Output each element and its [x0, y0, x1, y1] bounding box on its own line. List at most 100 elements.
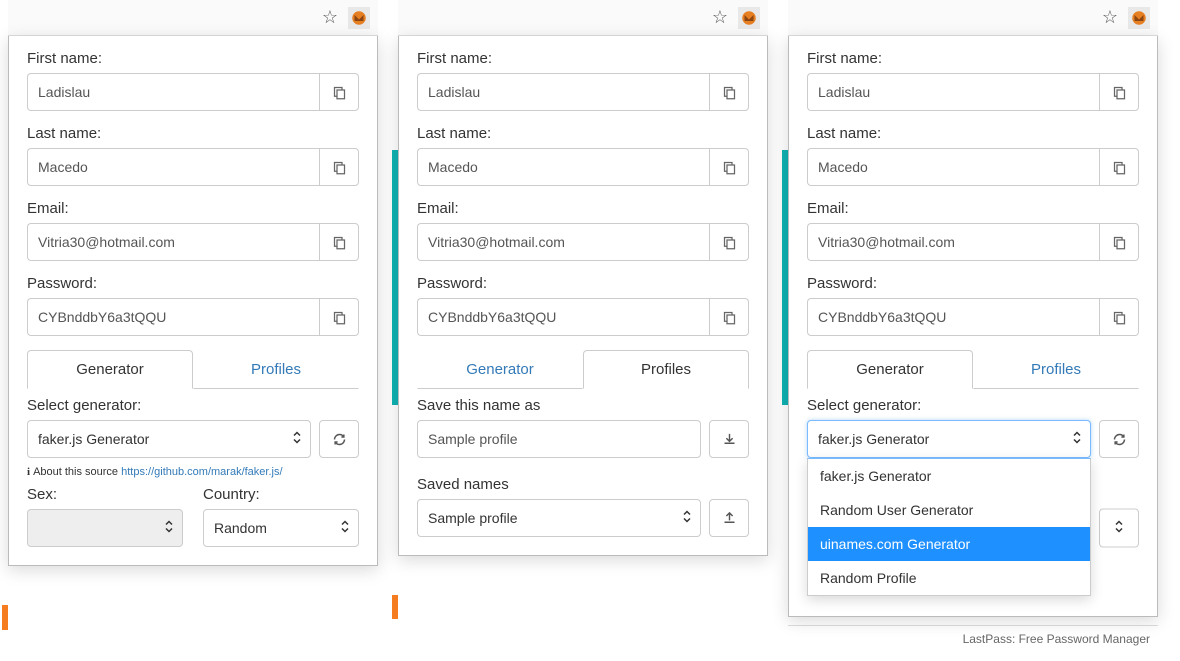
saved-names-label: Saved names	[417, 476, 749, 493]
email-label: Email:	[417, 200, 749, 217]
copy-icon	[1112, 235, 1127, 250]
copy-email-button[interactable]	[1099, 223, 1139, 261]
tab-generator[interactable]: Generator	[417, 350, 583, 389]
panel-generator-tab: ☆ First name: Last name: Email:	[8, 0, 378, 652]
first-name-input[interactable]	[27, 73, 319, 111]
last-name-input[interactable]	[27, 148, 319, 186]
generator-select-value: faker.js Generator	[818, 431, 929, 447]
password-label: Password:	[27, 275, 359, 292]
copy-icon	[332, 160, 347, 175]
copy-icon	[722, 85, 737, 100]
hidden-select-caret[interactable]	[1099, 509, 1139, 548]
dropdown-option[interactable]: Random Profile	[808, 561, 1090, 595]
about-source-link[interactable]: https://github.com/marak/faker.js/	[121, 466, 282, 478]
fox-icon	[1130, 9, 1148, 27]
extension-popup: First name: Last name: Email:	[398, 36, 768, 556]
first-name-label: First name:	[417, 50, 749, 67]
chevron-updown-icon	[164, 520, 174, 537]
copy-icon	[722, 160, 737, 175]
upload-icon	[722, 511, 737, 526]
password-label: Password:	[807, 275, 1139, 292]
refresh-button[interactable]	[319, 420, 359, 458]
generator-dropdown-menu: faker.js Generator Random User Generator…	[807, 458, 1091, 596]
bookmark-star-icon[interactable]: ☆	[1102, 7, 1118, 28]
sex-label: Sex:	[27, 486, 183, 503]
load-button[interactable]	[709, 499, 749, 537]
generator-select[interactable]: faker.js Generator	[807, 420, 1091, 458]
refresh-icon	[332, 432, 347, 447]
save-button[interactable]	[709, 420, 749, 458]
dropdown-option-selected[interactable]: uinames.com Generator	[808, 527, 1090, 561]
copy-first-name-button[interactable]	[319, 73, 359, 111]
copy-email-button[interactable]	[319, 223, 359, 261]
copy-icon	[332, 235, 347, 250]
saved-names-select[interactable]: Sample profile	[417, 499, 701, 537]
country-select[interactable]: Random	[203, 509, 359, 547]
copy-last-name-button[interactable]	[709, 148, 749, 186]
copy-first-name-button[interactable]	[1099, 73, 1139, 111]
save-name-input[interactable]	[417, 420, 701, 458]
extension-popup: First name: Last name: Email:	[788, 36, 1158, 617]
copy-icon	[332, 310, 347, 325]
first-name-input[interactable]	[417, 73, 709, 111]
extension-icon[interactable]	[1128, 7, 1150, 29]
email-label: Email:	[807, 200, 1139, 217]
browser-toolbar: ☆	[788, 0, 1158, 36]
copy-icon	[722, 310, 737, 325]
last-name-input[interactable]	[807, 148, 1099, 186]
generator-select-value: faker.js Generator	[38, 431, 149, 447]
copy-icon	[1112, 85, 1127, 100]
email-input[interactable]	[417, 223, 709, 261]
save-name-label: Save this name as	[417, 397, 749, 414]
password-input[interactable]	[417, 298, 709, 336]
bookmark-star-icon[interactable]: ☆	[322, 7, 338, 28]
country-label: Country:	[203, 486, 359, 503]
refresh-button[interactable]	[1099, 420, 1139, 458]
dropdown-option[interactable]: faker.js Generator	[808, 459, 1090, 493]
select-generator-label: Select generator:	[807, 397, 1139, 414]
copy-icon	[722, 235, 737, 250]
select-generator-label: Select generator:	[27, 397, 359, 414]
chevron-updown-icon	[292, 431, 302, 448]
last-name-label: Last name:	[27, 125, 359, 142]
email-input[interactable]	[807, 223, 1099, 261]
panel-profiles-tab: ☆ First name: Last name: Email:	[398, 0, 768, 652]
password-input[interactable]	[807, 298, 1099, 336]
first-name-input[interactable]	[807, 73, 1099, 111]
download-icon	[722, 432, 737, 447]
extension-popup: First name: Last name: Email:	[8, 36, 378, 566]
copy-password-button[interactable]	[1099, 298, 1139, 336]
copy-last-name-button[interactable]	[319, 148, 359, 186]
password-label: Password:	[417, 275, 749, 292]
last-name-label: Last name:	[417, 125, 749, 142]
browser-toolbar: ☆	[8, 0, 378, 36]
copy-icon	[1112, 160, 1127, 175]
last-name-input[interactable]	[417, 148, 709, 186]
generator-select[interactable]: faker.js Generator	[27, 420, 311, 458]
bookmark-star-icon[interactable]: ☆	[712, 7, 728, 28]
copy-icon	[1112, 310, 1127, 325]
email-input[interactable]	[27, 223, 319, 261]
copy-first-name-button[interactable]	[709, 73, 749, 111]
extension-icon[interactable]	[348, 7, 370, 29]
extension-icon[interactable]	[738, 7, 760, 29]
password-input[interactable]	[27, 298, 319, 336]
sex-select[interactable]	[27, 509, 183, 547]
info-icon: i	[27, 466, 30, 478]
tab-generator[interactable]: Generator	[807, 350, 973, 389]
browser-toolbar: ☆	[398, 0, 768, 36]
copy-email-button[interactable]	[709, 223, 749, 261]
country-select-value: Random	[214, 520, 267, 536]
fox-icon	[350, 9, 368, 27]
tab-profiles[interactable]: Profiles	[583, 350, 749, 389]
tab-profiles[interactable]: Profiles	[193, 350, 359, 389]
chevron-updown-icon	[1072, 431, 1082, 448]
copy-password-button[interactable]	[319, 298, 359, 336]
tab-profiles[interactable]: Profiles	[973, 350, 1139, 389]
tab-generator[interactable]: Generator	[27, 350, 193, 389]
copy-last-name-button[interactable]	[1099, 148, 1139, 186]
copy-password-button[interactable]	[709, 298, 749, 336]
panel-dropdown-open: ☆ First name: Last name: Email:	[788, 0, 1158, 652]
email-label: Email:	[27, 200, 359, 217]
dropdown-option[interactable]: Random User Generator	[808, 493, 1090, 527]
